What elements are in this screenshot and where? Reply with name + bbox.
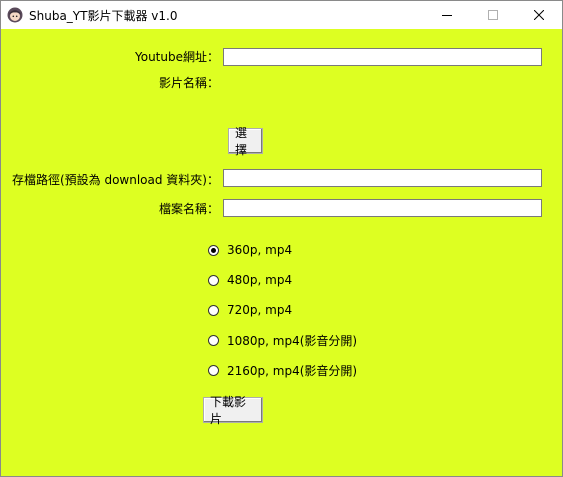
radio-button-icon[interactable] bbox=[208, 244, 219, 256]
quality-option-label: 720p, mp4 bbox=[227, 303, 293, 317]
quality-option-720p[interactable]: 720p, mp4 bbox=[208, 302, 292, 318]
title-bar[interactable]: Shuba_YT影片下載器 v1.0 bbox=[1, 1, 562, 29]
download-button[interactable]: 下載影片 bbox=[203, 395, 263, 426]
video-name-label: 影片名稱： bbox=[158, 76, 219, 90]
file-name-input[interactable] bbox=[223, 199, 542, 217]
maximize-button[interactable] bbox=[470, 1, 516, 29]
radio-selected-dot bbox=[211, 247, 216, 253]
anime-avatar-icon bbox=[7, 7, 23, 23]
radio-button-icon[interactable] bbox=[208, 304, 219, 316]
close-icon bbox=[534, 10, 544, 20]
save-path-input[interactable] bbox=[223, 169, 542, 187]
quality-option-label: 360p, mp4 bbox=[227, 243, 293, 257]
quality-option-360p[interactable]: 360p, mp4 bbox=[208, 242, 292, 258]
url-input[interactable] bbox=[223, 48, 542, 66]
maximize-icon bbox=[488, 10, 498, 20]
close-button[interactable] bbox=[516, 1, 562, 29]
main-panel: Youtube網址： 影片名稱： 選擇 存檔路徑(預設為 download 資料… bbox=[1, 29, 562, 476]
quality-option-label: 2160p, mp4(影音分開) bbox=[227, 363, 358, 378]
save-path-label: 存檔路徑(預設為 download 資料夾)： bbox=[11, 173, 219, 187]
select-button[interactable]: 選擇 bbox=[228, 126, 263, 157]
quality-option-2160p[interactable]: 2160p, mp4(影音分開) bbox=[208, 362, 357, 378]
url-label: Youtube網址： bbox=[135, 50, 219, 64]
minimize-icon bbox=[442, 15, 452, 16]
quality-option-1080p[interactable]: 1080p, mp4(影音分開) bbox=[208, 332, 357, 348]
quality-option-label: 1080p, mp4(影音分開) bbox=[227, 333, 358, 348]
quality-option-480p[interactable]: 480p, mp4 bbox=[208, 272, 292, 288]
radio-button-icon[interactable] bbox=[208, 364, 219, 376]
minimize-button[interactable] bbox=[424, 1, 470, 29]
file-name-label: 檔案名稱： bbox=[158, 202, 219, 216]
radio-button-icon[interactable] bbox=[208, 334, 219, 346]
window-title: Shuba_YT影片下載器 v1.0 bbox=[29, 9, 178, 23]
radio-button-icon[interactable] bbox=[208, 274, 219, 286]
quality-option-label: 480p, mp4 bbox=[227, 273, 293, 287]
app-window: Shuba_YT影片下載器 v1.0 Youtube網址： 影片名稱： 選擇 存… bbox=[0, 0, 563, 477]
